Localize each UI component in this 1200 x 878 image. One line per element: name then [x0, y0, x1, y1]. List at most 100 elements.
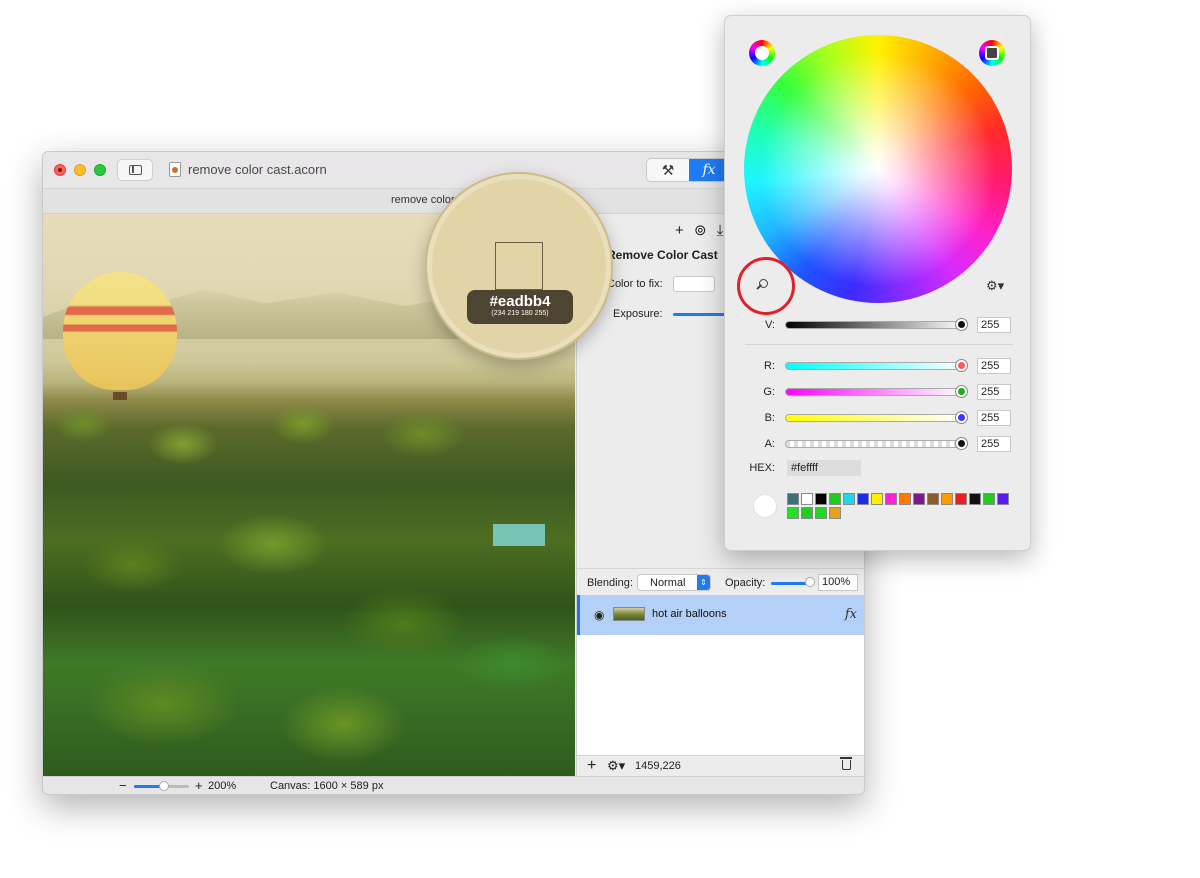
exposure-label: Exposure: [613, 308, 663, 320]
zoom-slider-knob[interactable] [159, 781, 169, 791]
canvas-balloon-basket [113, 392, 127, 400]
alpha-input[interactable]: 255 [977, 436, 1011, 452]
color-wheel-square-mode-icon[interactable] [979, 40, 1005, 66]
b-label: B: [764, 412, 775, 424]
v-label: V: [765, 319, 775, 331]
add-layer-button[interactable]: + [587, 757, 596, 775]
color-swatch[interactable] [969, 493, 981, 505]
filter-title: Remove Color Cast [607, 248, 718, 262]
download-icon[interactable]: ⤓ [717, 222, 724, 239]
color-swatch[interactable] [801, 507, 813, 519]
blue-slider[interactable] [785, 414, 965, 422]
opacity-slider-knob[interactable] [805, 577, 815, 587]
alpha-slider[interactable] [785, 440, 965, 448]
color-swatch[interactable] [787, 493, 799, 505]
add-filter-icon[interactable]: + [675, 222, 684, 239]
blue-slider-knob[interactable] [956, 412, 967, 423]
color-swatch[interactable] [899, 493, 911, 505]
layers-bottom-bar: + ⚙▾ 1459,226 [577, 755, 864, 777]
blending-label: Blending: [587, 577, 633, 589]
loupe-target-box [495, 242, 543, 290]
zoom-level: 200% [208, 780, 237, 792]
red-input[interactable]: 255 [977, 358, 1011, 374]
red-slider[interactable] [785, 362, 965, 370]
color-swatch[interactable] [871, 493, 883, 505]
color-swatch[interactable] [829, 493, 841, 505]
loupe-hex: #eadbb4 [489, 293, 551, 310]
toggle-sidebar-button[interactable] [117, 159, 153, 181]
color-swatch[interactable] [815, 493, 827, 505]
color-loupe: #eadbb4 (234 219 180 255) [425, 172, 613, 360]
blue-input[interactable]: 255 [977, 410, 1011, 426]
color-to-fix-well[interactable] [673, 276, 715, 292]
zoom-out-button[interactable]: − [119, 778, 127, 793]
opacity-label: Opacity: [725, 577, 766, 589]
minimize-window-button[interactable] [74, 164, 86, 176]
window-title: remove color cast.acorn [188, 162, 327, 177]
layer-name: hot air balloons [652, 608, 727, 620]
inspector-segmented-control[interactable]: ⚒ fx [646, 158, 728, 182]
layer-row[interactable]: ◉ hot air balloons fx [577, 595, 864, 635]
color-swatch[interactable] [983, 493, 995, 505]
loupe-color-label: #eadbb4 (234 219 180 255) [467, 290, 573, 324]
a-label: A: [764, 438, 775, 450]
chevron-up-down-icon: ⇕ [697, 575, 710, 590]
color-swatch[interactable] [815, 507, 827, 519]
color-swatch[interactable] [927, 493, 939, 505]
layer-fx-icon[interactable]: fx [845, 607, 857, 622]
value-input[interactable]: 255 [977, 317, 1011, 333]
color-swatch[interactable] [955, 493, 967, 505]
zoom-window-button[interactable] [94, 164, 106, 176]
color-swatch[interactable] [997, 493, 1009, 505]
canvas-hot-air-balloon [63, 272, 177, 390]
green-slider[interactable] [785, 388, 965, 396]
tools-tab-button[interactable]: ⚒ [647, 159, 689, 181]
trash-icon[interactable] [840, 757, 852, 770]
loupe-rgba: (234 219 180 255) [491, 310, 549, 317]
canvas-building [493, 524, 545, 546]
sidebar-icon [129, 165, 142, 175]
g-label: G: [763, 386, 775, 398]
value-slider[interactable] [785, 321, 965, 329]
picker-divider [745, 344, 1013, 345]
color-swatch[interactable] [857, 493, 869, 505]
green-input[interactable]: 255 [977, 384, 1011, 400]
close-window-button[interactable] [54, 164, 66, 176]
color-swatch[interactable] [787, 507, 799, 519]
current-color-swatch [753, 494, 777, 518]
green-slider-knob[interactable] [956, 386, 967, 397]
filter-actions: + ⊚ ⤓ [675, 221, 723, 239]
hex-input[interactable]: #feffff [787, 460, 861, 476]
color-picker-popover: ⚙▾ V: 255 R: 255 G: 255 B: 255 A: 255 HE… [724, 15, 1031, 551]
hammer-wrench-icon: ⚒ [661, 162, 675, 178]
filters-tab-button[interactable]: fx [689, 159, 727, 181]
alpha-slider-knob[interactable] [956, 438, 967, 449]
color-to-fix-label: Color to fix: [607, 278, 663, 290]
color-swatch[interactable] [941, 493, 953, 505]
color-swatch[interactable] [801, 493, 813, 505]
color-swatch[interactable] [843, 493, 855, 505]
r-label: R: [764, 360, 775, 372]
blend-mode-value: Normal [650, 577, 686, 589]
value-slider-knob[interactable] [956, 319, 967, 330]
color-swatch[interactable] [913, 493, 925, 505]
eye-icon[interactable]: ◉ [594, 608, 604, 622]
status-bar: − + 200% Canvas: 1600 × 589 px [43, 776, 864, 794]
color-wheel-mode-icon[interactable] [749, 40, 775, 66]
blend-mode-select[interactable]: Normal ⇕ [637, 574, 711, 591]
layer-thumbnail [613, 607, 645, 621]
cursor-coordinates: 1459,226 [635, 760, 681, 772]
blending-row: Blending: Normal ⇕ Opacity: 100% [577, 568, 864, 595]
zoom-in-button[interactable]: + [195, 778, 203, 793]
opacity-input[interactable]: 100% [818, 574, 858, 591]
hex-label: HEX: [749, 462, 775, 474]
red-slider-knob[interactable] [956, 360, 967, 371]
magnifier-eyedropper-icon[interactable] [759, 279, 768, 288]
color-swatch[interactable] [829, 507, 841, 519]
filter-browser-icon[interactable]: ⊚ [694, 222, 707, 239]
gear-icon[interactable]: ⚙▾ [607, 758, 625, 774]
gear-icon[interactable]: ⚙▾ [986, 278, 1004, 294]
color-swatch[interactable] [885, 493, 897, 505]
canvas-size: Canvas: 1600 × 589 px [270, 780, 384, 792]
layers-list: ◉ hot air balloons fx [577, 595, 864, 755]
